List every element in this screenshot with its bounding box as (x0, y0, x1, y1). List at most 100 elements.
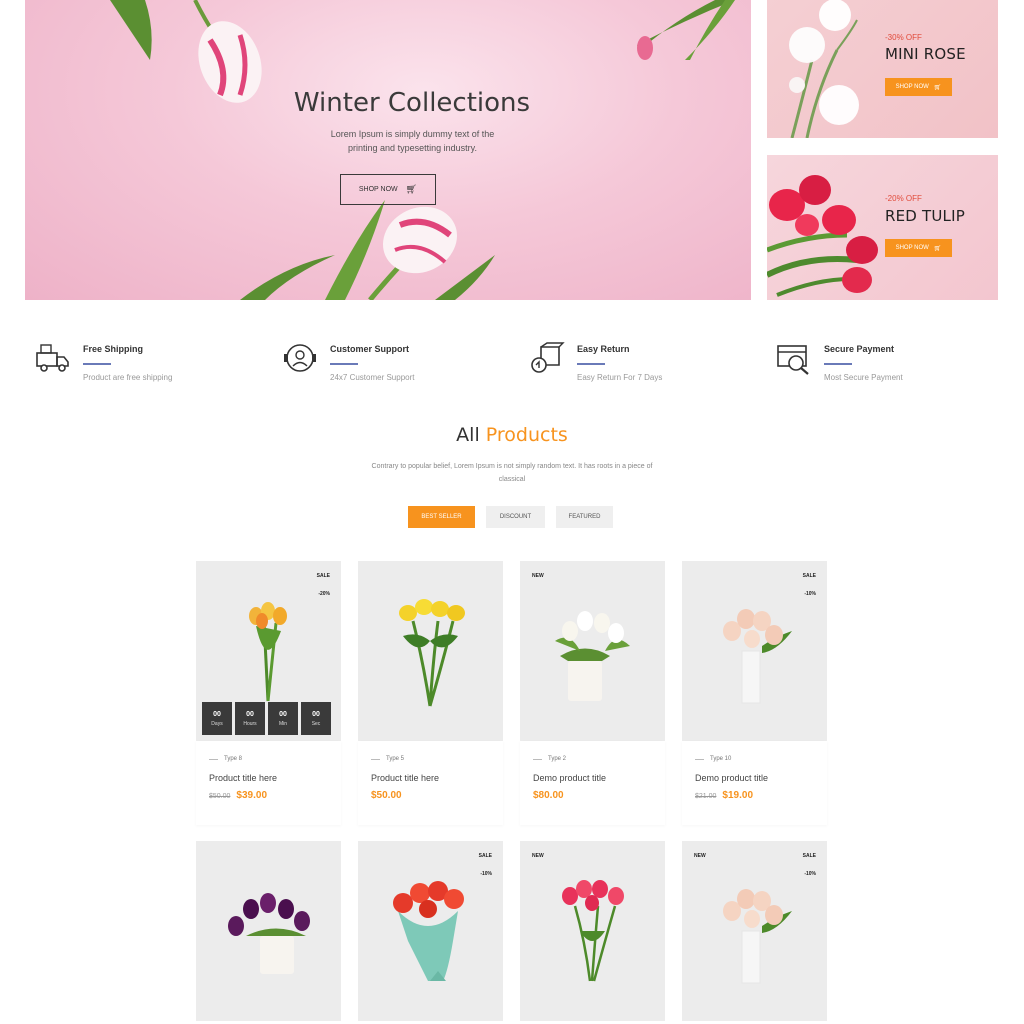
product-image-area[interactable]: SALE -10% (682, 561, 827, 741)
feature-free-shipping: Free Shipping Product are free shipping (35, 337, 255, 397)
product-image (228, 893, 310, 974)
hero-shop-now-label: SHOP NOW (358, 186, 398, 193)
feature-subtitle: 24x7 Customer Support (330, 373, 415, 382)
product-price: $21.00 $19.00 (695, 790, 753, 801)
product-title[interactable]: Demo product title (533, 773, 606, 783)
discount-badge: -10% (804, 591, 816, 597)
product-type: Type 10 (695, 756, 731, 762)
countdown-timer: 00 Days 00 Hours 00 Min 00 Sec (202, 702, 331, 735)
section-title: All Products (0, 424, 1024, 446)
current-price: $50.00 (371, 790, 402, 801)
cart-icon: 🛒︎ (405, 184, 418, 194)
truck-icon (36, 344, 69, 372)
product-image-area[interactable]: NEW (520, 841, 665, 1021)
promo-shop-now-label: SHOP NOW (895, 84, 929, 90)
promo-shop-now-button[interactable]: SHOP NOW 🛒︎ (885, 239, 952, 257)
feature-divider (330, 363, 358, 365)
countdown-seconds: 00 Sec (301, 702, 331, 735)
secure-payment-icon (777, 345, 809, 375)
product-card[interactable] (196, 841, 341, 1024)
new-badge: NEW (532, 853, 544, 859)
product-title[interactable]: Demo product title (695, 773, 768, 783)
old-price: $21.00 (695, 793, 717, 800)
countdown-days: 00 Days (202, 702, 232, 735)
promo-shop-now-button[interactable]: SHOP NOW 🛒︎ (885, 78, 952, 96)
countdown-hours: 00 Hours (235, 702, 265, 735)
current-price: $80.00 (533, 790, 564, 801)
product-info: Type 10 Demo product title $21.00 $19.00 (682, 741, 827, 825)
feature-easy-return: Easy Return Easy Return For 7 Days (529, 337, 749, 397)
sale-badge: SALE (802, 573, 816, 579)
tab-discount[interactable]: DISCOUNT (486, 506, 545, 528)
features-row: Free Shipping Product are free shipping … (0, 337, 1024, 397)
product-price: $80.00 (533, 790, 564, 801)
product-card[interactable]: SALE -10% Type 10 Demo product title $21… (682, 561, 827, 825)
feature-customer-support: Customer Support 24x7 Customer Support (282, 337, 502, 397)
promo-discount: -20% OFF (885, 194, 922, 203)
product-card[interactable]: NEW Type 2 Demo product title $80.00 (520, 561, 665, 825)
product-info: Type 5 Product title here $50.00 (358, 741, 503, 825)
sale-badge: SALE (802, 853, 816, 859)
product-type: Type 2 (533, 756, 566, 762)
return-box-icon (531, 342, 565, 373)
section-description: Contrary to popular belief, Lorem Ipsum … (371, 463, 653, 483)
product-image (393, 881, 464, 981)
feature-title: Customer Support (330, 344, 410, 354)
product-info: Type 2 Demo product title $80.00 (520, 741, 665, 825)
hero-banner: Winter Collections Lorem Ipsum is simply… (25, 0, 751, 300)
feature-subtitle: Product are free shipping (83, 373, 173, 382)
product-info: Type 8 Product title here $50.00 $39.00 (196, 741, 341, 825)
sale-badge: SALE (478, 853, 492, 859)
promo-title: RED TULIP (885, 207, 965, 225)
product-card[interactable]: SALE -20% 00 Days 00 Hours 00 Min 00 Sec Typ… (196, 561, 341, 825)
feature-subtitle: Most Secure Payment (824, 373, 903, 382)
product-tabs: BEST SELLER DISCOUNT FEATURED (408, 506, 613, 528)
product-image (723, 609, 792, 704)
feature-subtitle: Easy Return For 7 Days (577, 373, 663, 382)
cart-icon: 🛒︎ (933, 245, 942, 252)
product-card[interactable]: NEW SALE -10% (682, 841, 827, 1024)
feature-divider (824, 363, 852, 365)
red-tulip-image (767, 175, 878, 297)
discount-badge: -10% (480, 871, 492, 877)
hero-shop-now-button[interactable]: SHOP NOW 🛒︎ (340, 174, 436, 205)
promo-discount: -30% OFF (885, 33, 922, 42)
new-badge: NEW (532, 573, 544, 579)
sale-badge: SALE (316, 573, 330, 579)
hero-title: Winter Collections (293, 88, 531, 118)
product-image-area[interactable]: NEW (520, 561, 665, 741)
product-image (723, 889, 792, 984)
tab-best-seller[interactable]: BEST SELLER (408, 506, 475, 528)
product-card[interactable]: Type 5 Product title here $50.00 (358, 561, 503, 825)
discount-badge: -20% (318, 591, 330, 597)
product-title[interactable]: Product title here (209, 773, 277, 783)
product-image-area[interactable]: SALE -20% 00 Days 00 Hours 00 Min 00 Sec (196, 561, 341, 741)
hero-description: Lorem Ipsum is simply dummy text of the … (330, 129, 495, 153)
product-card[interactable]: SALE -10% (358, 841, 503, 1024)
feature-secure-payment: Secure Payment Most Secure Payment (776, 337, 996, 397)
product-image-area[interactable]: SALE -10% (358, 841, 503, 1021)
discount-badge: -10% (804, 871, 816, 877)
promo-title: MINI ROSE (885, 45, 966, 63)
feature-title: Free Shipping (83, 344, 144, 354)
product-image-area[interactable]: NEW SALE -10% (682, 841, 827, 1021)
product-type: Type 8 (209, 756, 242, 762)
product-card[interactable]: NEW (520, 841, 665, 1024)
promo-banner-mini-rose[interactable]: -30% OFF MINI ROSE SHOP NOW 🛒︎ (767, 0, 998, 138)
current-price: $39.00 (236, 790, 268, 801)
section-title-accent: Products (485, 424, 568, 446)
product-image-area[interactable] (196, 841, 341, 1021)
countdown-minutes: 00 Min (268, 702, 298, 735)
product-image (399, 599, 465, 707)
product-title[interactable]: Product title here (371, 773, 439, 783)
product-image-area[interactable] (358, 561, 503, 741)
promo-banner-red-tulip[interactable]: -20% OFF RED TULIP SHOP NOW 🛒︎ (767, 155, 998, 300)
product-image (562, 880, 624, 982)
tab-featured[interactable]: FEATURED (556, 506, 613, 528)
feature-divider (83, 363, 111, 365)
feature-divider (577, 363, 605, 365)
product-price: $50.00 $39.00 (209, 790, 267, 801)
cart-icon: 🛒︎ (933, 84, 942, 91)
old-price: $50.00 (209, 793, 231, 800)
section-title-plain: All (456, 424, 480, 446)
